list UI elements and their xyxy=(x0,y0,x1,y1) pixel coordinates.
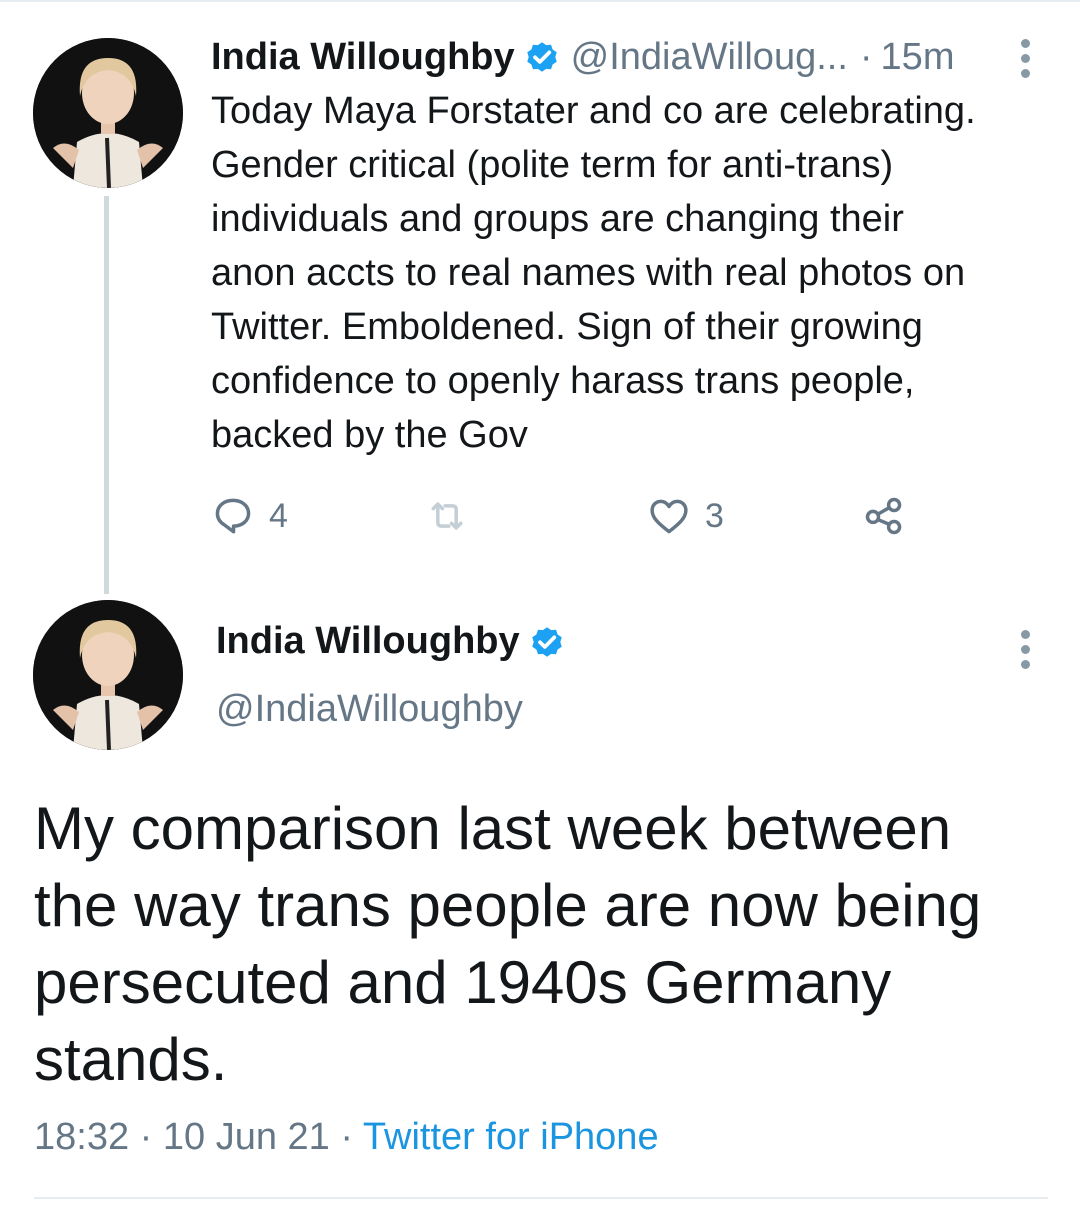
author-handle[interactable]: @IndiaWilloughby xyxy=(216,688,523,731)
reply-count: 4 xyxy=(269,496,288,535)
tweet-actions: 4 3 xyxy=(211,486,951,546)
author-handle[interactable]: @IndiaWilloug... xyxy=(571,36,848,79)
like-button[interactable]: 3 xyxy=(647,486,724,546)
tweet-line: Twitter. Emboldened. Sign of their growi… xyxy=(211,306,923,348)
tweet-line: stands. xyxy=(34,1026,228,1093)
like-count: 3 xyxy=(705,496,724,535)
tweet-line: My comparison last week between xyxy=(34,795,952,862)
share-icon xyxy=(865,497,902,535)
tweet-header: India Willoughby @IndiaWilloug... · 15m xyxy=(211,34,954,80)
tweet-thread: India Willoughby @IndiaWilloug... · 15m … xyxy=(0,0,1080,1205)
retweet-button[interactable] xyxy=(425,486,469,546)
avatar[interactable] xyxy=(33,600,183,750)
tweet-date: 10 Jun 21 xyxy=(162,1116,330,1158)
tweet-line: confidence to openly harass trans people… xyxy=(211,360,915,402)
separator-dot: · xyxy=(859,35,873,78)
tweet-header: India Willoughby xyxy=(216,620,566,663)
more-options-icon[interactable] xyxy=(1019,630,1031,675)
avatar[interactable] xyxy=(33,38,183,188)
reply-button[interactable]: 4 xyxy=(211,486,288,546)
bottom-divider xyxy=(34,1197,1048,1199)
tweet-source-link[interactable]: Twitter for iPhone xyxy=(363,1116,659,1158)
reply-icon xyxy=(215,498,251,534)
separator-dot: · xyxy=(340,1116,354,1158)
author-name[interactable]: India Willoughby xyxy=(216,620,520,663)
tweet-line: Gender critical (polite term for anti-tr… xyxy=(211,144,894,186)
more-options-icon[interactable] xyxy=(1019,39,1031,84)
like-icon xyxy=(650,499,688,534)
tweet-line: the way trans people are now being xyxy=(34,872,982,939)
avatar-photo xyxy=(33,38,183,188)
tweet-line: backed by the Gov xyxy=(211,414,528,456)
avatar-photo xyxy=(33,600,183,750)
tweet-line: individuals and groups are changing thei… xyxy=(211,198,904,240)
author-name[interactable]: India Willoughby xyxy=(211,36,515,79)
top-divider xyxy=(0,0,1080,2)
tweet-text: My comparison last week between the way … xyxy=(34,790,1044,1098)
share-button[interactable] xyxy=(862,486,906,546)
tweet-metadata: 18:32 · 10 Jun 21 · Twitter for iPhone xyxy=(34,1116,659,1159)
tweet-line: anon accts to real names with real photo… xyxy=(211,252,966,294)
tweet-time[interactable]: 15m xyxy=(881,36,955,79)
tweet-time: 18:32 xyxy=(34,1116,130,1158)
tweet-line: Today Maya Forstater and co are celebrat… xyxy=(211,90,976,132)
tweet-text: Today Maya Forstater and co are celebrat… xyxy=(211,84,1051,462)
tweet-line: persecuted and 1940s Germany xyxy=(34,949,892,1016)
separator-dot: · xyxy=(139,1116,153,1158)
verified-badge-icon xyxy=(531,626,562,657)
verified-badge-icon xyxy=(526,42,557,72)
retweet-icon xyxy=(431,502,463,530)
thread-connector xyxy=(104,196,109,594)
